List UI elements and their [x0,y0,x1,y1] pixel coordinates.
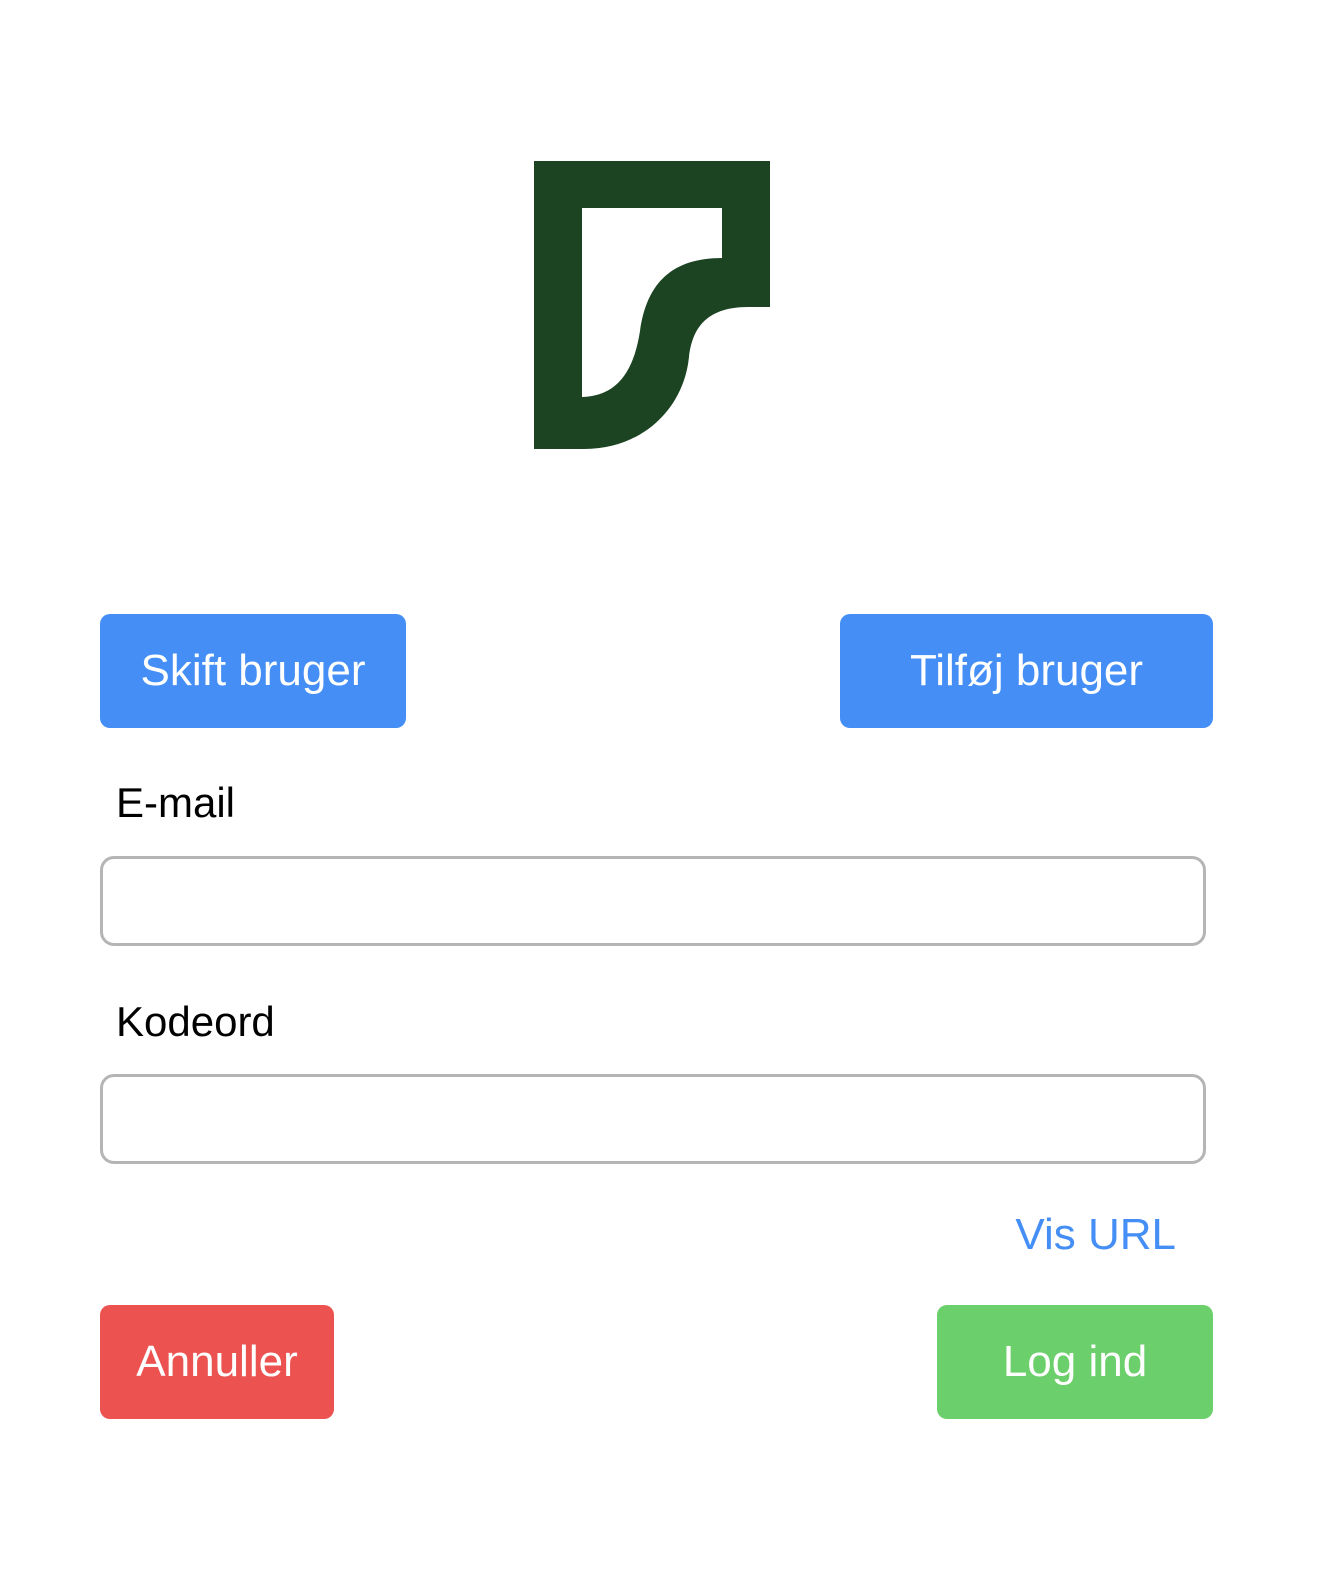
cancel-button[interactable]: Annuller [100,1305,334,1419]
email-field[interactable] [100,856,1206,946]
add-user-button[interactable]: Tilføj bruger [840,614,1213,728]
brand-logo-icon [534,161,770,449]
password-label: Kodeord [116,998,275,1045]
email-label: E-mail [116,779,236,826]
show-url-link[interactable]: Vis URL [1015,1213,1176,1257]
switch-user-button[interactable]: Skift bruger [100,614,406,728]
password-field[interactable] [100,1074,1206,1164]
login-button[interactable]: Log ind [937,1305,1213,1419]
